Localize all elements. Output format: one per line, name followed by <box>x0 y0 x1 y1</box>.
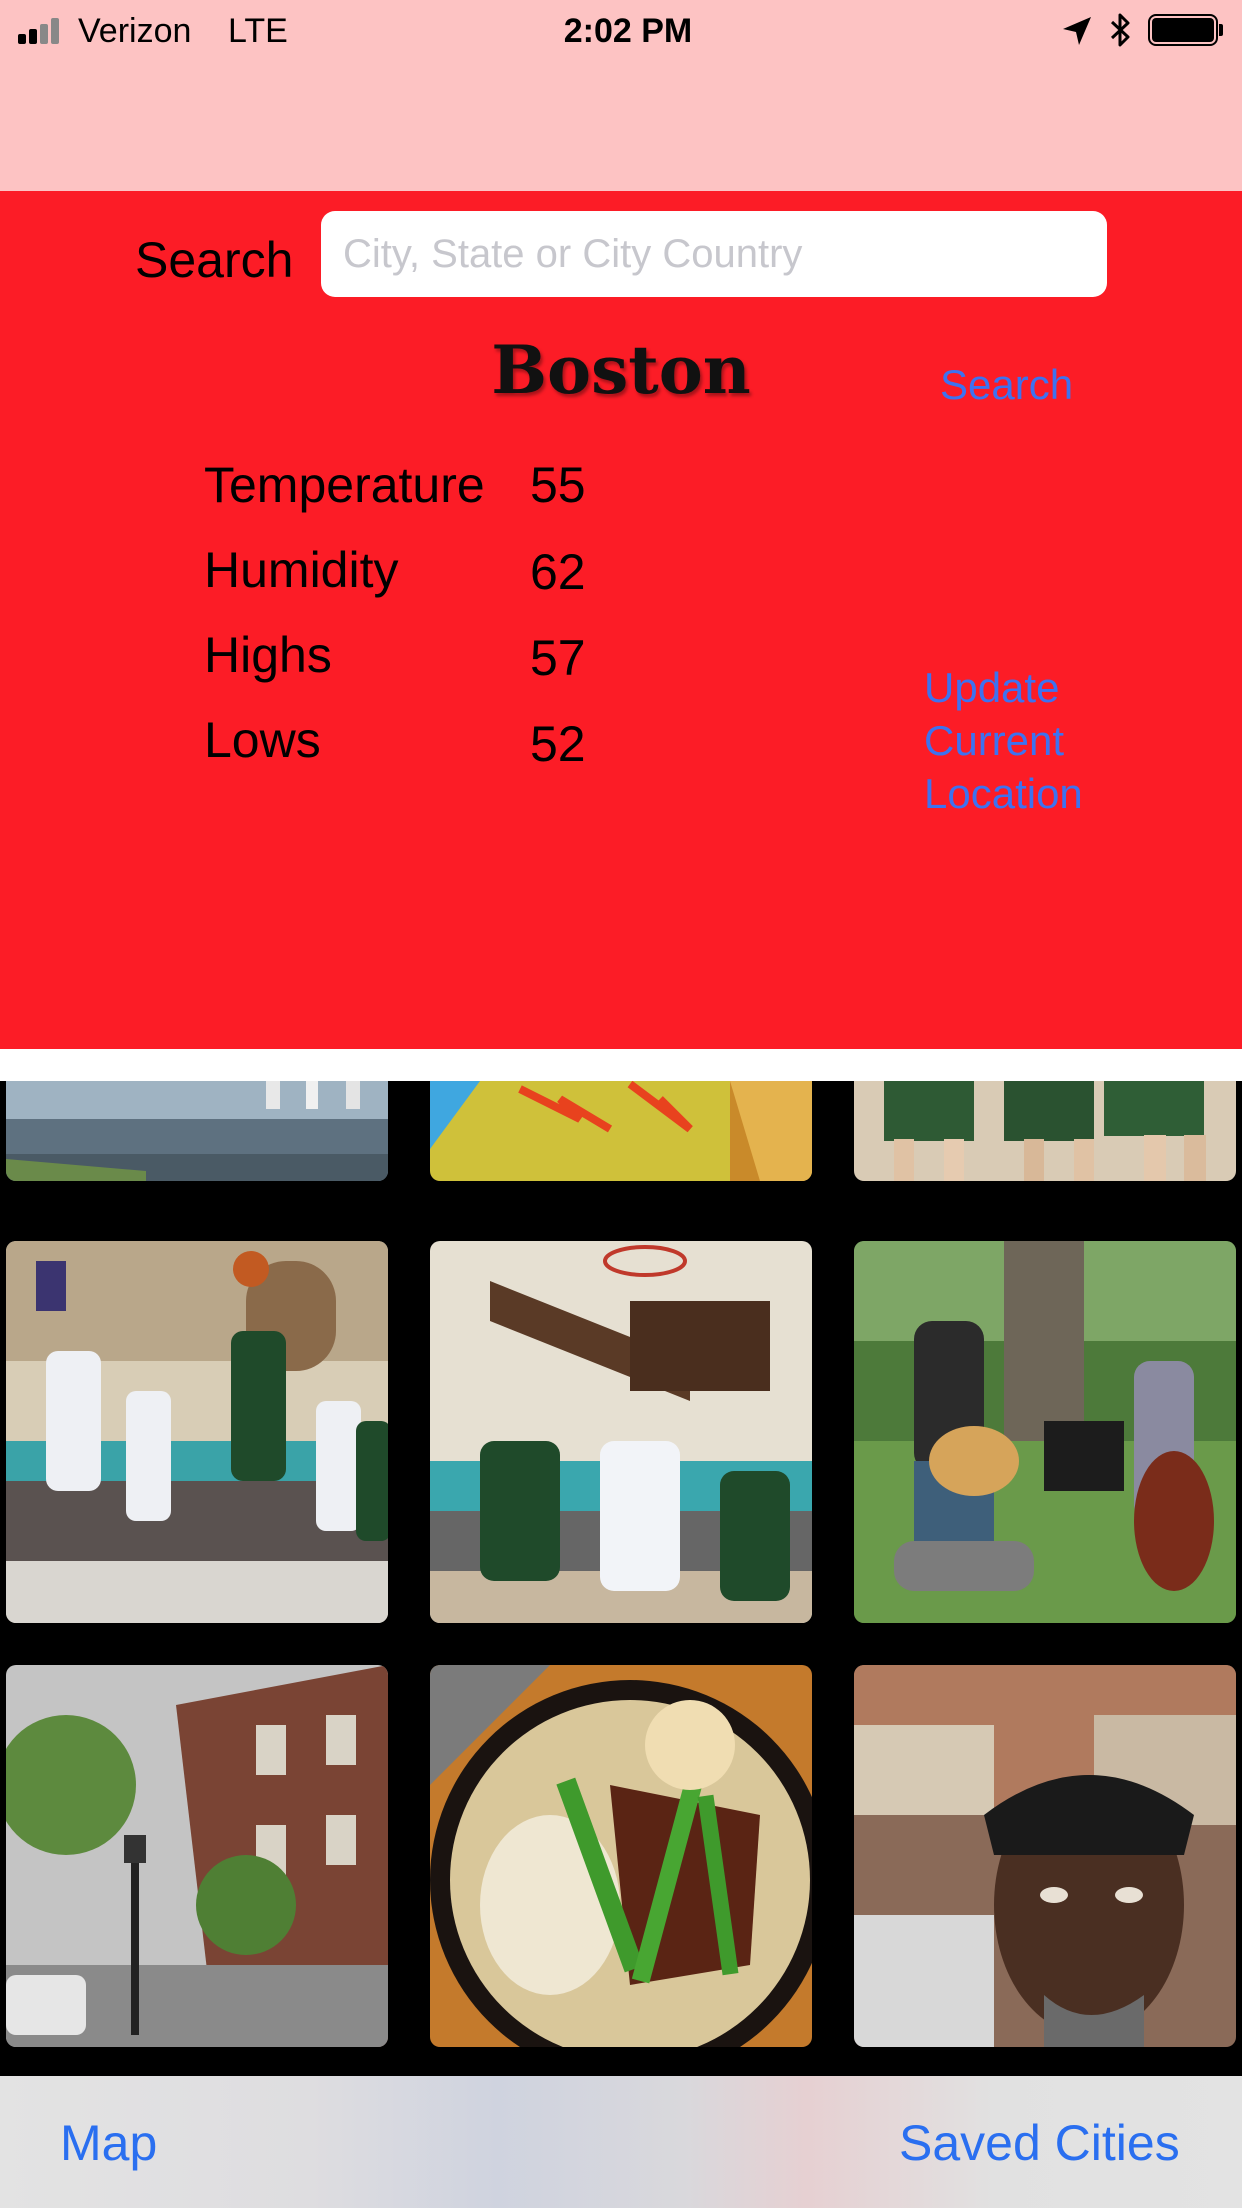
canal-boats-photo[interactable] <box>6 1081 388 1181</box>
man-portrait-photo[interactable] <box>854 1665 1236 2047</box>
update-current-location-button[interactable]: Update Current Location <box>924 661 1083 820</box>
search-button[interactable]: Search <box>940 361 1073 409</box>
humidity-label: Humidity <box>204 542 399 598</box>
weather-panel: Search Boston Search Temperature 55 Humi… <box>0 191 1242 1049</box>
highs-value: 57 <box>530 630 586 686</box>
humidity-value: 62 <box>530 544 586 600</box>
basketball-legs-photo[interactable] <box>854 1081 1236 1181</box>
search-label: Search <box>135 232 294 288</box>
status-time: 2:02 PM <box>563 12 693 50</box>
divider <box>0 1049 1242 1081</box>
city-search-input[interactable] <box>321 211 1107 297</box>
highs-label: Highs <box>204 627 332 683</box>
brownstone-street-photo[interactable] <box>6 1665 388 2047</box>
bluetooth-icon <box>1110 13 1130 47</box>
basketball-shot-photo[interactable] <box>6 1241 388 1623</box>
yellow-pennant-photo[interactable] <box>430 1081 812 1181</box>
navigation-area: Verizon LTE 2:02 PM <box>0 0 1242 191</box>
update-button-line: Location <box>924 770 1083 817</box>
temperature-label: Temperature <box>204 457 485 513</box>
temperature-value: 55 <box>530 457 586 513</box>
photo-grid[interactable] <box>0 1081 1242 2076</box>
update-button-line: Update <box>924 664 1060 711</box>
basketball-rebound-photo[interactable] <box>430 1241 812 1623</box>
status-bar: Verizon LTE 2:02 PM <box>0 0 1242 60</box>
park-musicians-photo[interactable] <box>854 1241 1236 1623</box>
bottom-toolbar: Map Saved Cities <box>0 2076 1242 2208</box>
update-button-line: Current <box>924 717 1065 764</box>
lows-value: 52 <box>530 716 586 772</box>
location-arrow-icon <box>1063 17 1091 45</box>
ramen-bowl-photo[interactable] <box>430 1665 812 2047</box>
lows-label: Lows <box>204 712 321 768</box>
map-button[interactable]: Map <box>60 2114 157 2172</box>
battery-icon <box>1148 14 1223 46</box>
saved-cities-button[interactable]: Saved Cities <box>899 2114 1180 2172</box>
